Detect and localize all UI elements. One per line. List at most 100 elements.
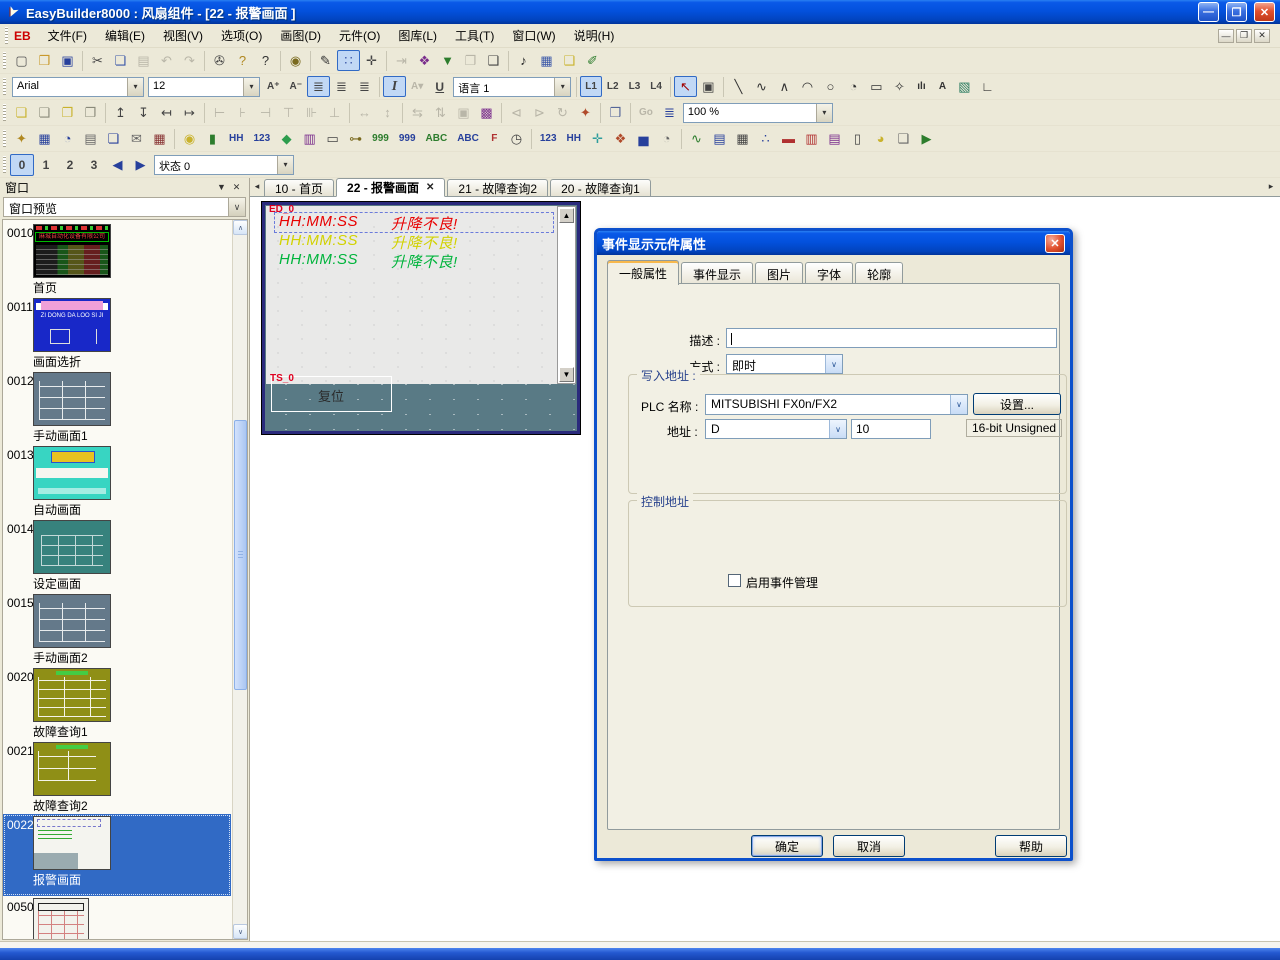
enlarge-font-button[interactable]: A⁺: [262, 76, 285, 97]
menu-item-1[interactable]: 编辑(E): [96, 24, 154, 47]
draw-arc-icon[interactable]: ◠: [796, 76, 819, 97]
history-data-display-icon[interactable]: ▤: [708, 128, 731, 149]
numeric-data-button[interactable]: 123: [535, 128, 562, 149]
print-icon[interactable]: ✇: [208, 50, 231, 71]
data-transfer-icon[interactable]: ▤: [79, 128, 102, 149]
function-button-icon[interactable]: ◆: [275, 128, 298, 149]
state-2-button[interactable]: 2: [58, 154, 82, 176]
alarm-display-icon[interactable]: ▥: [800, 128, 823, 149]
event-display-element[interactable]: HH:MM:SS升降不良!HH:MM:SS升降不良!HH:MM:SS升降不良!: [266, 206, 557, 384]
chevron-down-icon[interactable]: ▾: [127, 78, 143, 96]
send-backward-icon[interactable]: ❐: [79, 102, 102, 123]
meter-display-icon[interactable]: ◔: [655, 128, 678, 149]
new-icon[interactable]: ▢: [10, 50, 33, 71]
compile-icon[interactable]: ❖: [413, 50, 436, 71]
state-layer-1-button[interactable]: L1: [580, 76, 602, 97]
snap-to-grid-icon[interactable]: ✛: [360, 50, 383, 71]
chevron-down-icon[interactable]: ∨: [228, 198, 245, 216]
window-preview-combo[interactable]: 窗口预览 ∨: [3, 197, 246, 217]
address-type-combo[interactable]: D ∨: [705, 419, 847, 439]
indirect-window-button[interactable]: F: [484, 128, 505, 149]
scroll-down-icon[interactable]: ∨: [233, 924, 248, 939]
window-item-0022[interactable]: 0022报警画面: [3, 814, 231, 896]
tab-window-1[interactable]: 22 - 报警画面✕: [336, 178, 445, 197]
ok-button[interactable]: 确定: [751, 835, 823, 857]
chevron-down-icon[interactable]: ▾: [243, 78, 259, 96]
draw-text-button[interactable]: A: [932, 76, 953, 97]
numeric-display-button[interactable]: 999: [367, 128, 394, 149]
menu-item-8[interactable]: 窗口(W): [503, 24, 564, 47]
state-layer-4-button[interactable]: L4: [645, 76, 667, 97]
scroll-up-icon[interactable]: ∧: [233, 220, 248, 235]
enable-event-management-checkbox[interactable]: [728, 574, 741, 587]
open-icon[interactable]: ❒: [33, 50, 56, 71]
recipe-transfer-icon[interactable]: ❏: [102, 128, 125, 149]
shrink-font-button[interactable]: A⁻: [285, 76, 308, 97]
help-icon[interactable]: ?: [231, 50, 254, 71]
data-sampling-icon[interactable]: ▯: [846, 128, 869, 149]
menu-item-9[interactable]: 说明(H): [565, 24, 624, 47]
window-item-0015[interactable]: 0015手动画面2: [3, 592, 231, 666]
event-display-icon[interactable]: ▤: [823, 128, 846, 149]
macro-editor-icon[interactable]: ✐: [581, 50, 604, 71]
media-player-icon[interactable]: ▶: [915, 128, 938, 149]
mail-icon[interactable]: ✉: [125, 128, 148, 149]
cut-icon[interactable]: ✂: [86, 50, 109, 71]
pin-icon[interactable]: ✦: [574, 102, 597, 123]
draw-corner-icon[interactable]: ∟: [976, 76, 999, 97]
grid-table-icon[interactable]: ▦: [148, 128, 171, 149]
label-library-icon[interactable]: ❑: [558, 50, 581, 71]
window-item-0013[interactable]: 0013自动画面: [3, 444, 231, 518]
zoom-level-combo[interactable]: 100 %▾: [683, 103, 833, 123]
minimize-button[interactable]: —: [1198, 2, 1219, 22]
nudge-up-icon[interactable]: ↥: [109, 102, 132, 123]
tab-window-3[interactable]: 20 - 故障查询1: [550, 179, 651, 196]
draw-line-icon[interactable]: ╲: [727, 76, 750, 97]
word-toggle-button[interactable]: 123: [248, 128, 275, 149]
panel-close-icon[interactable]: ✕: [229, 180, 244, 194]
plc-name-combo[interactable]: MITSUBISHI FX0n/FX2 ∨: [705, 394, 968, 415]
settings-button[interactable]: 设置...: [973, 393, 1061, 415]
chevron-down-icon[interactable]: ∨: [950, 395, 967, 414]
state-0-button[interactable]: 0: [10, 154, 34, 176]
word-lamp-icon[interactable]: ▮: [201, 128, 224, 149]
draw-pie-icon[interactable]: ◔: [842, 76, 865, 97]
text-input-icon[interactable]: ▭: [321, 128, 344, 149]
chevron-down-icon[interactable]: ▾: [554, 78, 570, 96]
menu-item-0[interactable]: 文件(F): [39, 24, 96, 47]
tab-window-2[interactable]: 21 - 故障查询2: [447, 179, 548, 196]
group-objects-icon[interactable]: ❒: [604, 102, 627, 123]
dialog-tab-3[interactable]: 字体: [805, 262, 853, 285]
close-button[interactable]: ✕: [1254, 2, 1275, 22]
mode-combo[interactable]: 即时 ∨: [726, 354, 843, 374]
bring-to-front-icon[interactable]: ❏: [10, 102, 33, 123]
alarm-bar-icon[interactable]: ▬: [777, 128, 800, 149]
window-item-0012[interactable]: 0012手动画面1: [3, 370, 231, 444]
state-1-button[interactable]: 1: [34, 154, 58, 176]
italic-icon[interactable]: I: [383, 76, 406, 97]
layer-stack-icon[interactable]: ≣: [658, 102, 681, 123]
on-line-simulation-icon[interactable]: ❑: [482, 50, 505, 71]
align-left-icon[interactable]: ≣: [307, 76, 330, 97]
nudge-right-icon[interactable]: ↦: [178, 102, 201, 123]
window-item-0021[interactable]: 0021故障查询2: [3, 740, 231, 814]
copy-icon[interactable]: ❏: [109, 50, 132, 71]
download-icon[interactable]: ▼: [436, 50, 459, 71]
scroll-down-icon[interactable]: ▼: [559, 367, 574, 382]
align-center-icon[interactable]: ≣: [330, 76, 353, 97]
save-icon[interactable]: ▣: [56, 50, 79, 71]
bar-graph-icon[interactable]: ▅: [632, 128, 655, 149]
tab-scroll-right-icon[interactable]: ▸: [1265, 181, 1277, 192]
window-settings-icon[interactable]: ▦: [33, 128, 56, 149]
chevron-down-icon[interactable]: ∨: [829, 420, 846, 438]
mdi-close-button[interactable]: ✕: [1254, 29, 1270, 43]
pie-display-icon[interactable]: ◕: [869, 128, 892, 149]
dialog-tab-4[interactable]: 轮廓: [855, 262, 903, 285]
time-toggle-button[interactable]: HH: [224, 128, 248, 149]
menu-item-6[interactable]: 图库(L): [389, 24, 446, 47]
underline-icon[interactable]: U: [428, 76, 451, 97]
numeric-keypad-icon[interactable]: ▦: [535, 50, 558, 71]
restore-button[interactable]: ❐: [1226, 2, 1247, 22]
numeric-input-button[interactable]: 999: [394, 128, 421, 149]
combo-button-icon[interactable]: ▥: [298, 128, 321, 149]
